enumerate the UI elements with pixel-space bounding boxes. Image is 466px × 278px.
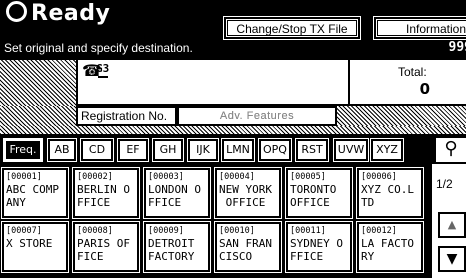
search-icon[interactable]: ⚲ xyxy=(436,138,466,162)
destination-key[interactable]: [00001] ABC COMP ANY xyxy=(2,168,68,218)
information-button[interactable]: Information xyxy=(373,16,466,40)
adv-features-button[interactable]: Adv. Features xyxy=(177,106,337,126)
status-title: Ready xyxy=(6,0,110,28)
memory-counter: 999 xyxy=(448,40,466,55)
tab-cd[interactable]: CD xyxy=(81,139,113,161)
destination-key[interactable]: [00010] SAN FRAN CISCO xyxy=(215,222,281,272)
registration-no-button[interactable]: Registration No. xyxy=(76,106,177,126)
destination-number: [00008] xyxy=(77,226,113,236)
ready-icon xyxy=(6,1,27,22)
instruction-text: Set original and specify destination. xyxy=(4,41,193,55)
destination-name: PARIS OF xyxy=(77,237,130,250)
destination-number: [00011] xyxy=(290,226,326,236)
destination-name-cont: FFICE xyxy=(77,196,111,209)
tab-lmn[interactable]: LMN xyxy=(222,139,254,161)
status-text: Ready xyxy=(31,1,111,26)
destination-name: LONDON O xyxy=(148,183,201,196)
destination-number: [00004] xyxy=(219,172,255,182)
destination-number: [00002] xyxy=(77,172,113,182)
destination-name-cont: FICE xyxy=(77,250,104,263)
triangle-down-icon: ▼ xyxy=(446,251,458,267)
total-label: Total: xyxy=(398,65,427,79)
triangle-up-icon: ▲ xyxy=(447,218,457,231)
destination-name: SAN FRAN xyxy=(219,237,272,250)
destination-key[interactable]: [00011] SYDNEY O FFICE xyxy=(286,222,352,272)
tab-freq[interactable]: Freq. xyxy=(4,139,42,161)
destination-key[interactable]: [00005] TORONTO OFFICE xyxy=(286,168,352,218)
adv-features-label: Adv. Features xyxy=(219,110,295,122)
hatch-strip-right xyxy=(337,106,466,126)
destination-value: G3 xyxy=(96,62,110,75)
destination-name-cont: OFFICE xyxy=(219,196,266,209)
hatch-strip-left xyxy=(0,106,76,126)
destination-hatch-left xyxy=(0,60,76,106)
destination-number: [00003] xyxy=(148,172,184,182)
destination-key[interactable]: [00006] XYZ CO.L TD xyxy=(357,168,423,218)
tab-ab[interactable]: AB xyxy=(48,139,76,161)
total-value: 0 xyxy=(419,80,430,98)
tab-gh[interactable]: GH xyxy=(153,139,183,161)
destination-field[interactable] xyxy=(76,60,348,106)
destination-name-cont: OFFICE xyxy=(290,196,330,209)
tab-rst[interactable]: RST xyxy=(296,139,328,161)
change-stop-tx-file-button[interactable]: Change/Stop TX File xyxy=(223,16,361,40)
tab-uvw[interactable]: UVW xyxy=(334,139,368,161)
destination-name-cont: TD xyxy=(361,196,375,209)
destination-key[interactable]: [00003] LONDON O FFICE xyxy=(144,168,210,218)
destination-name: BERLIN O xyxy=(77,183,130,196)
destination-number: [00005] xyxy=(290,172,326,182)
destination-name-cont: CISCO xyxy=(219,250,253,263)
input-cursor xyxy=(98,76,108,78)
destination-key[interactable]: [00004] NEW YORK OFFICE xyxy=(215,168,281,218)
destination-number: [00007] xyxy=(6,226,42,236)
tab-xyz[interactable]: XYZ xyxy=(371,139,403,161)
page-indicator: 1/2 xyxy=(436,177,453,191)
destination-name: SYDNEY O xyxy=(290,237,343,250)
destination-name: ABC COMP xyxy=(6,183,59,196)
tab-ef[interactable]: EF xyxy=(118,139,148,161)
destination-name-cont: FACTORY xyxy=(148,250,195,263)
tab-opq[interactable]: OPQ xyxy=(259,139,291,161)
hatch-strip-gap xyxy=(0,126,466,134)
destination-name: NEW YORK xyxy=(219,183,272,196)
destination-key[interactable]: [00012] LA FACTO RY xyxy=(357,222,423,272)
destination-number: [00010] xyxy=(219,226,255,236)
destination-name: LA FACTO xyxy=(361,237,414,250)
destination-name: X STORE xyxy=(6,237,53,250)
destination-number: [00006] xyxy=(361,172,397,182)
destination-key[interactable]: [00002] BERLIN O FFICE xyxy=(73,168,139,218)
destination-key[interactable]: [00009] DETROIT FACTORY xyxy=(144,222,210,272)
destination-name-cont: FFICE xyxy=(148,196,182,209)
destination-name: DETROIT xyxy=(148,237,195,250)
destination-key[interactable]: [00008] PARIS OF FICE xyxy=(73,222,139,272)
destination-number: [00009] xyxy=(148,226,184,236)
destination-name: XYZ CO.L xyxy=(361,183,414,196)
destination-number: [00001] xyxy=(6,172,42,182)
tab-ijk[interactable]: IJK xyxy=(188,139,218,161)
destination-name-cont: ANY xyxy=(6,196,26,209)
destination-name: TORONTO xyxy=(290,183,343,196)
scroll-down-button[interactable]: ▼ xyxy=(438,246,466,272)
scroll-up-button[interactable]: ▲ xyxy=(438,212,466,238)
destination-name-cont: FFICE xyxy=(290,250,324,263)
destination-name-cont: RY xyxy=(361,250,375,263)
destination-key[interactable]: [00007] X STORE xyxy=(2,222,68,272)
destination-number: [00012] xyxy=(361,226,397,236)
